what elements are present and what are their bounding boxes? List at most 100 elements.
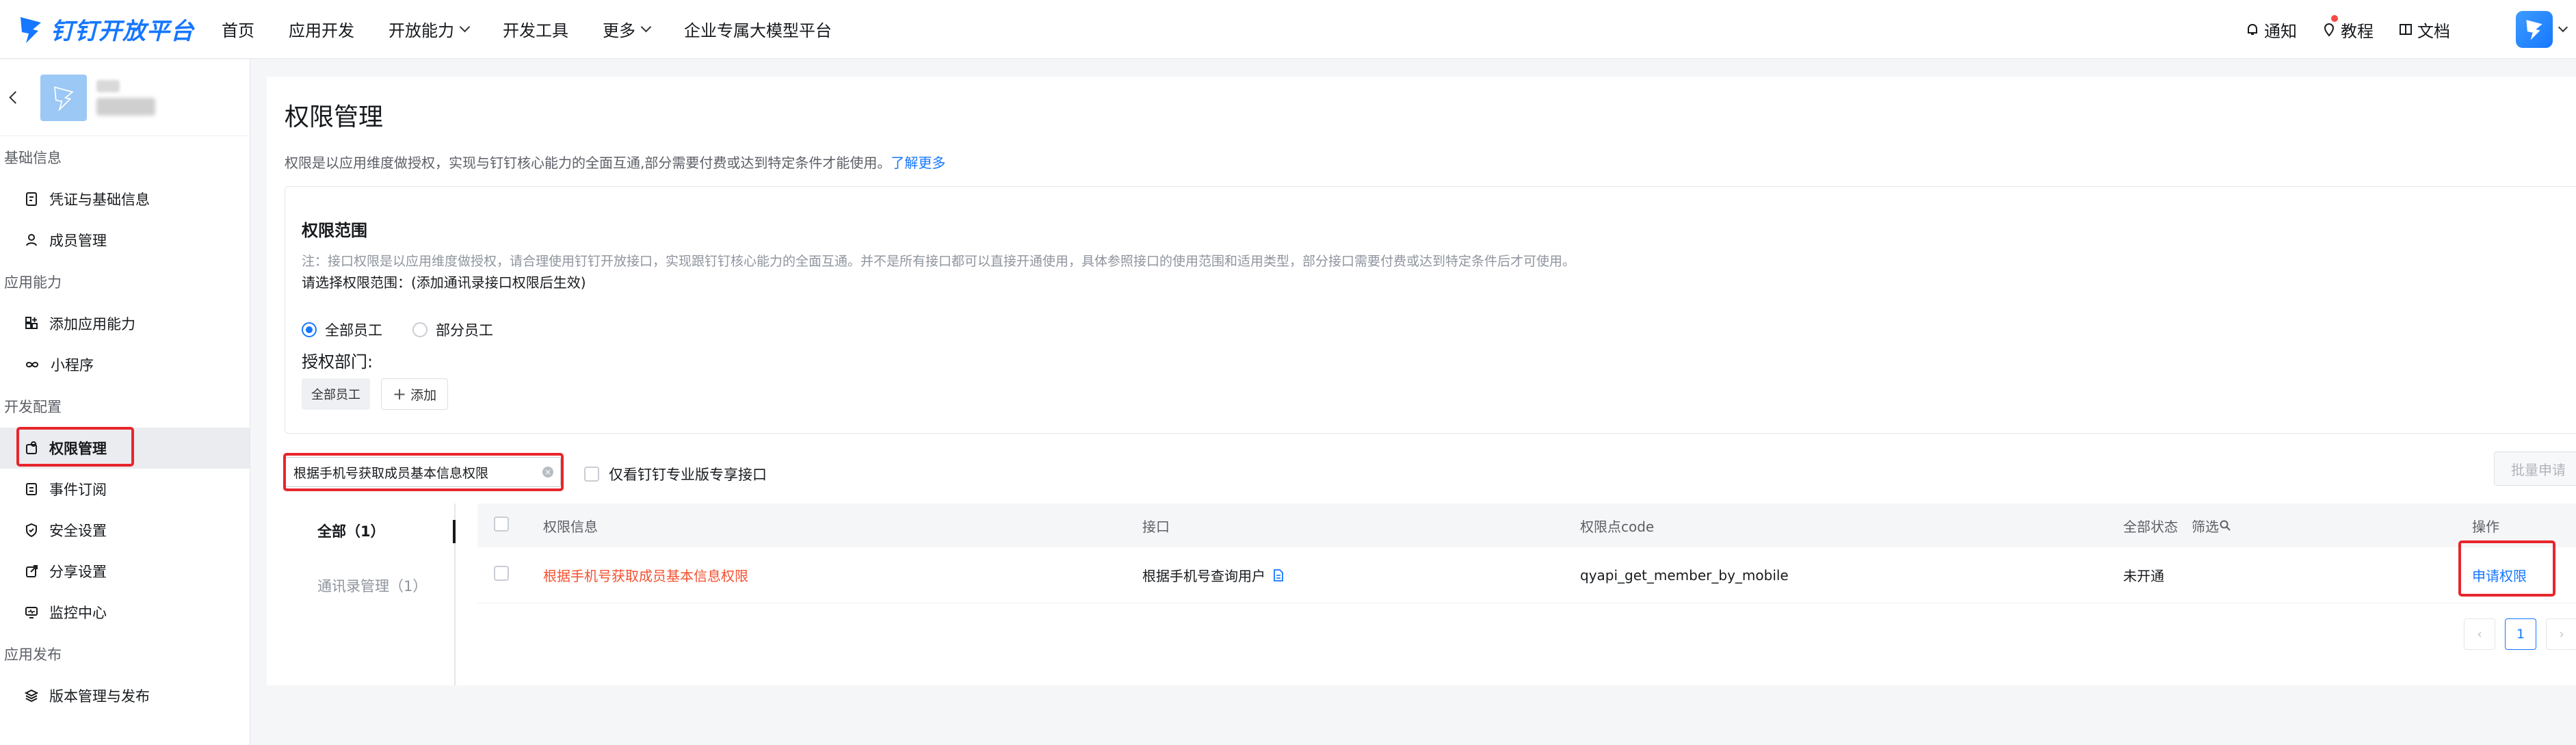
sidebar-item-miniapp[interactable]: 小程序 bbox=[0, 344, 250, 385]
doc-link-icon[interactable] bbox=[1272, 568, 1285, 582]
sidebar-item-label: 添加应用能力 bbox=[49, 316, 135, 332]
table-header: 权限信息 接口 权限点code 全部状态 筛选 操作 bbox=[477, 504, 2576, 547]
only-pro-filter[interactable]: 仅看钉钉专业版专享接口 bbox=[584, 464, 767, 484]
nav-right-actions: 通知 教程 文档 bbox=[2245, 0, 2576, 59]
tutorial-label: 教程 bbox=[2341, 21, 2374, 41]
apply-permission-link[interactable]: 申请权限 bbox=[2472, 565, 2576, 585]
plus-icon: + bbox=[393, 384, 407, 404]
sidebar-item-label: 安全设置 bbox=[49, 523, 107, 539]
clear-icon[interactable]: × bbox=[542, 467, 553, 478]
only-pro-checkbox[interactable] bbox=[584, 467, 599, 482]
credential-icon bbox=[26, 192, 37, 206]
filter-button[interactable]: 筛选 bbox=[2192, 516, 2231, 536]
api-name: 根据手机号查询用户 bbox=[1142, 568, 1265, 584]
status-cell: 未开通 bbox=[2123, 568, 2164, 584]
radio-partial-employees[interactable] bbox=[412, 322, 428, 337]
page-description-text: 权限是以应用维度做授权，实现与钉钉核心能力的全面互通,部分需要付费或达到特定条件… bbox=[285, 155, 891, 171]
sidebar-item-label: 权限管理 bbox=[49, 441, 107, 457]
dingtalk-avatar-icon bbox=[2526, 20, 2542, 40]
add-dept-label: 添加 bbox=[410, 387, 437, 403]
prev-page-button[interactable]: ‹ bbox=[2464, 618, 2495, 650]
chevron-down-icon[interactable] bbox=[2558, 22, 2568, 33]
user-avatar[interactable] bbox=[2516, 11, 2553, 48]
book-icon bbox=[2400, 24, 2412, 35]
page-button-current[interactable]: 1 bbox=[2505, 618, 2536, 650]
nav-open-capability[interactable]: 开放能力 bbox=[389, 17, 471, 41]
permission-search-input[interactable] bbox=[293, 465, 540, 480]
category-all[interactable]: 全部（1） bbox=[285, 504, 456, 558]
select-all-checkbox[interactable] bbox=[494, 516, 509, 532]
category-contacts[interactable]: 通讯录管理（1） bbox=[285, 558, 454, 613]
sidebar-item-add-capability[interactable]: 添加应用能力 bbox=[0, 303, 250, 344]
scope-title: 权限范围 bbox=[302, 221, 367, 240]
row-checkbox[interactable] bbox=[494, 566, 509, 581]
brand-logo[interactable]: 钉钉开放平台 bbox=[18, 12, 194, 46]
sidebar-item-share[interactable]: 分享设置 bbox=[0, 551, 250, 592]
sidebar-item-label: 凭证与基础信息 bbox=[49, 192, 150, 208]
sidebar-item-events[interactable]: 事件订阅 bbox=[0, 469, 250, 510]
nav-app-dev[interactable]: 应用开发 bbox=[289, 17, 354, 41]
dept-label: 授权部门: bbox=[302, 352, 373, 371]
group-title-dev-config: 开发配置 bbox=[4, 399, 62, 415]
header-info: 权限信息 bbox=[543, 518, 598, 535]
nav-home[interactable]: 首页 bbox=[222, 17, 254, 41]
notification-dot bbox=[2331, 14, 2338, 22]
nav-dev-tools[interactable]: 开发工具 bbox=[503, 17, 568, 41]
sidebar-item-version[interactable]: 版本管理与发布 bbox=[0, 675, 250, 716]
sidebar-item-security[interactable]: 安全设置 bbox=[0, 510, 250, 551]
permission-search[interactable]: × bbox=[285, 457, 561, 487]
share-icon bbox=[26, 565, 38, 577]
member-icon bbox=[26, 234, 37, 246]
permission-name-link[interactable]: 根据手机号获取成员基本信息权限 bbox=[543, 565, 1142, 585]
group-title-release: 应用发布 bbox=[4, 646, 62, 663]
category-panel: 全部（1） 通讯录管理（1） bbox=[285, 504, 456, 685]
notify-button[interactable]: 通知 bbox=[2245, 18, 2297, 42]
sidebar-item-label: 分享设置 bbox=[49, 564, 107, 580]
status-dropdown[interactable]: 全部状态 bbox=[2123, 516, 2178, 536]
docs-button[interactable]: 文档 bbox=[2398, 18, 2450, 42]
pagination: ‹ 1 › bbox=[2464, 618, 2576, 650]
dept-tag: 全部员工 bbox=[302, 378, 370, 410]
permission-scope-card: 权限范围 注：接口权限是以应用维度做授权，请合理使用钉钉开放接口，实现跟钉钉核心… bbox=[285, 186, 2576, 434]
header-op: 操作 bbox=[2472, 518, 2499, 535]
sidebar-item-credentials[interactable]: 凭证与基础信息 bbox=[0, 179, 250, 220]
add-dept-button[interactable]: + 添加 bbox=[381, 378, 449, 410]
sidebar-item-label: 成员管理 bbox=[49, 233, 107, 249]
sidebar-item-label: 小程序 bbox=[51, 357, 94, 374]
batch-apply-button[interactable]: 批量申请 bbox=[2494, 452, 2576, 486]
tutorial-button[interactable]: 教程 bbox=[2322, 14, 2374, 42]
nav-open-capability-label: 开放能力 bbox=[389, 21, 454, 40]
nav-enterprise-llm-label: 企业专属大模型平台 bbox=[684, 21, 832, 40]
bell-icon bbox=[2248, 24, 2257, 35]
sidebar-item-members[interactable]: 成员管理 bbox=[0, 220, 250, 261]
app-name-redacted bbox=[96, 79, 155, 116]
header-api: 接口 bbox=[1142, 518, 1170, 535]
monitor-icon bbox=[25, 607, 38, 618]
app-header bbox=[0, 60, 250, 136]
page-title: 权限管理 bbox=[285, 103, 384, 131]
search-icon bbox=[2220, 520, 2231, 531]
chevron-down-icon bbox=[640, 21, 652, 33]
chevron-down-icon bbox=[459, 21, 471, 33]
brand-name: 钉钉开放平台 bbox=[51, 18, 194, 45]
group-title-capability: 应用能力 bbox=[4, 274, 62, 291]
notify-label: 通知 bbox=[2264, 21, 2297, 41]
dingtalk-logo-icon bbox=[21, 16, 41, 43]
sidebar-item-label: 版本管理与发布 bbox=[49, 688, 150, 705]
sidebar-item-permissions[interactable]: 权限管理 bbox=[0, 428, 250, 469]
header-status: 全部状态 筛选 bbox=[2123, 516, 2472, 536]
permission-code: qyapi_get_member_by_mobile bbox=[1580, 566, 1789, 584]
nav-app-dev-label: 应用开发 bbox=[289, 21, 354, 40]
shield-icon bbox=[26, 523, 37, 538]
back-arrow-icon[interactable] bbox=[9, 91, 22, 104]
learn-more-link[interactable]: 了解更多 bbox=[891, 155, 945, 171]
nav-more[interactable]: 更多 bbox=[603, 17, 652, 41]
next-page-button[interactable]: › bbox=[2546, 618, 2576, 650]
table-row: 根据手机号获取成员基本信息权限 根据手机号查询用户 qyapi_get_memb… bbox=[477, 547, 2576, 603]
only-pro-label: 仅看钉钉专业版专享接口 bbox=[609, 467, 767, 483]
radio-partial-label[interactable]: 部分员工 bbox=[436, 319, 493, 340]
sidebar-item-monitor[interactable]: 监控中心 bbox=[0, 592, 250, 633]
nav-enterprise-llm[interactable]: 企业专属大模型平台 bbox=[684, 17, 832, 41]
radio-all-employees[interactable] bbox=[302, 322, 317, 337]
radio-all-label[interactable]: 全部员工 bbox=[325, 319, 382, 340]
